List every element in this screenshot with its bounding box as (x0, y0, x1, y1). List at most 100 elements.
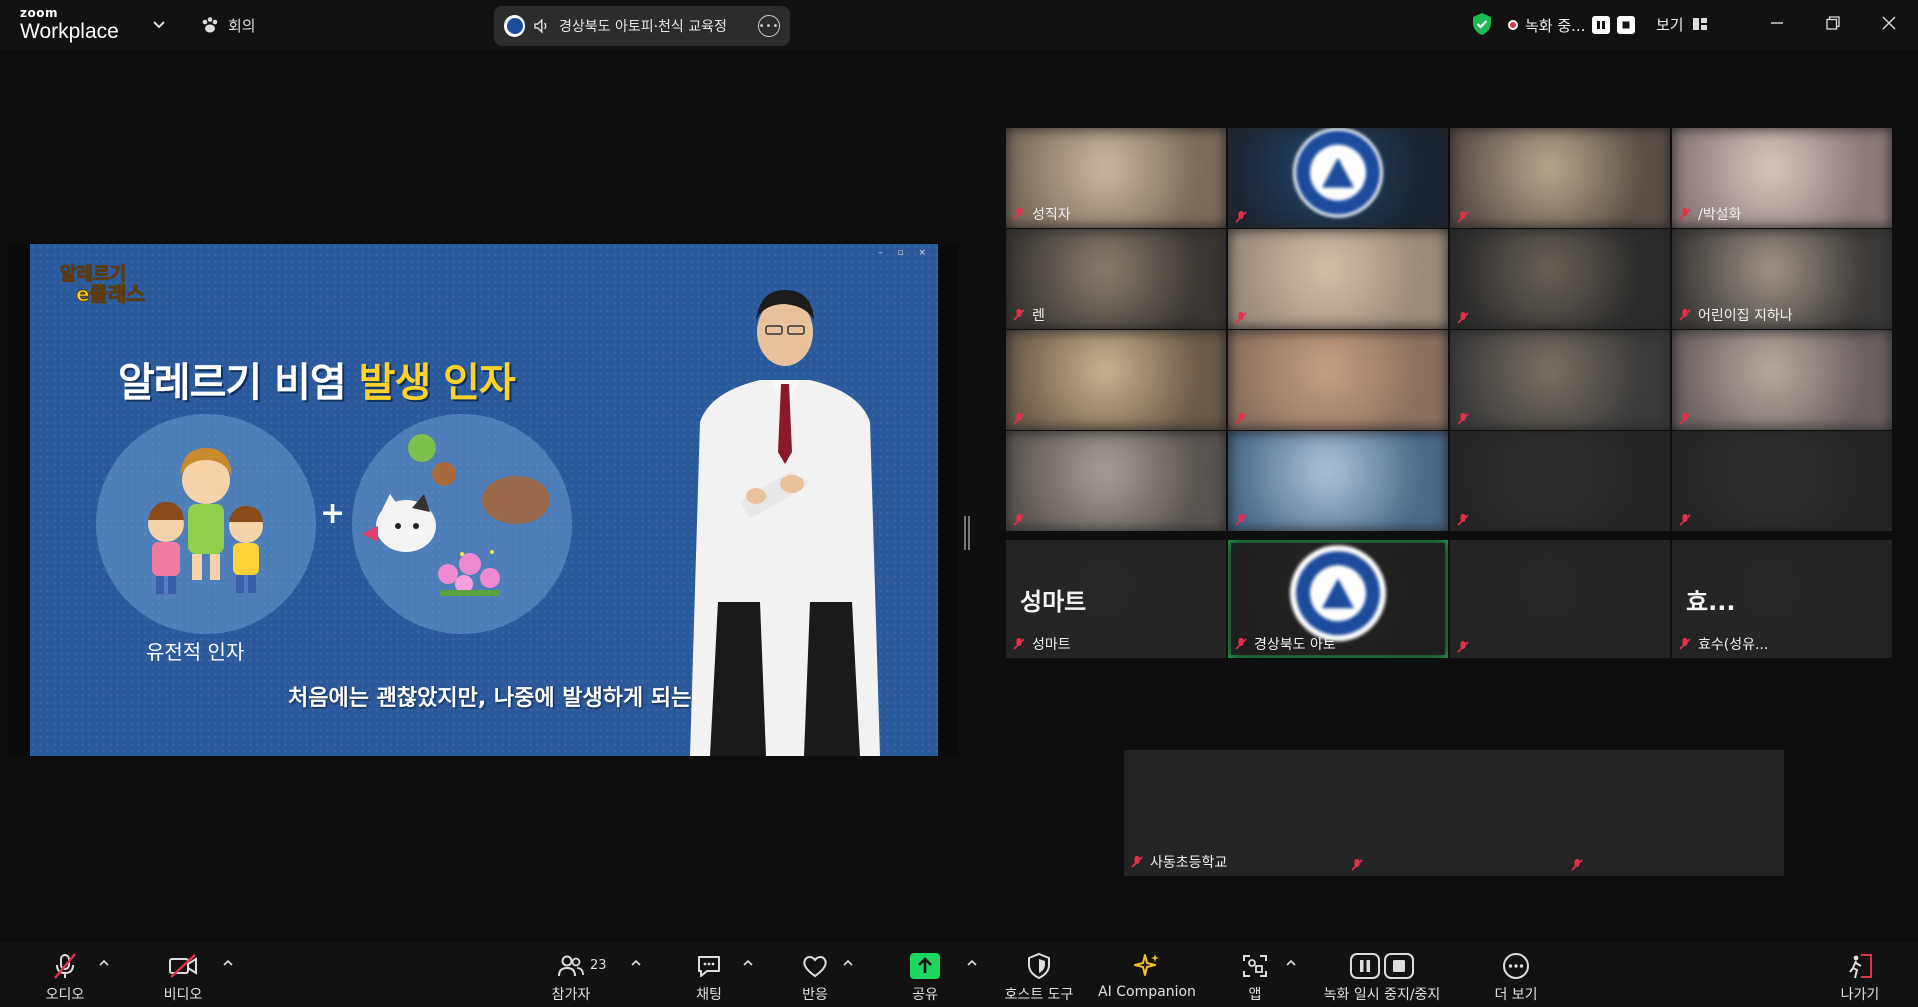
video-options-caret-icon[interactable] (222, 958, 234, 968)
genetic-factor-label: 유전적 인자 (146, 640, 245, 664)
participant-name-label (1234, 311, 1254, 325)
microphone-muted-icon (1571, 859, 1583, 871)
participant-name-label (1456, 640, 1476, 654)
participant-display-name: 성마트 (1020, 588, 1087, 616)
share-button[interactable]: 공유 (900, 942, 950, 1007)
microphone-muted-icon (1013, 413, 1025, 425)
participants-button[interactable]: 참가자 (546, 942, 596, 1007)
participants-options-caret-icon[interactable] (630, 958, 642, 968)
microphone-muted-icon (1679, 208, 1691, 220)
leave-button[interactable]: 나가기 (1832, 942, 1888, 1007)
participant-tile[interactable] (1672, 330, 1892, 430)
slide-subtitle: 처음에는 괜찮았지만, 나중에 발생하게 되는 게 (288, 686, 720, 711)
record-pause-stop-icon (1350, 953, 1414, 979)
participant-tile[interactable]: 성마트 성마트 (1006, 540, 1226, 658)
host-tools-button[interactable]: 호스트 도구 (994, 942, 1084, 1007)
stop-recording-icon[interactable] (1617, 16, 1636, 34)
microphone-muted-icon (54, 953, 76, 979)
meeting-toolbar: 오디오 비디오 참가자 23 채팅 반응 공유 호스트 도구 AI Compan… (0, 942, 1918, 1007)
participant-tile[interactable] (1228, 128, 1448, 228)
split-view-drag-handle[interactable] (964, 516, 970, 550)
participant-tile[interactable]: /박설화 (1672, 128, 1892, 228)
participant-name: 성마트 (1032, 637, 1071, 653)
participant-tile[interactable] (1672, 431, 1892, 531)
audio-button[interactable]: 오디오 (40, 942, 90, 1007)
video-button[interactable]: 비디오 (158, 942, 208, 1007)
participant-tile[interactable] (1450, 431, 1670, 531)
chat-options-caret-icon[interactable] (742, 958, 754, 968)
view-button[interactable]: 보기 (1656, 12, 1708, 36)
meeting-tab[interactable]: 회의 (200, 12, 256, 38)
share-screen-icon (910, 953, 940, 979)
participant-tile[interactable]: 경상북도 아토 (1228, 540, 1448, 658)
participant-name-label (1456, 513, 1476, 527)
microphone-muted-icon (1013, 514, 1025, 526)
sparkle-icon (1134, 954, 1159, 976)
microphone-muted-icon (1457, 211, 1469, 223)
minimize-window-icon[interactable] (1762, 10, 1792, 36)
gallery-overflow-row: 사동초등학교 (1124, 750, 1784, 876)
chevron-down-icon[interactable] (150, 16, 168, 34)
participant-name-label (1234, 412, 1254, 426)
apps-icon (1243, 955, 1267, 977)
shared-screen: – ▫ × 알레르기 e클래스 알레르기 비염 발생 인자 + 유전적 인자 처… (8, 244, 958, 756)
participant-name-label (1456, 412, 1476, 426)
participant-video (1450, 540, 1670, 658)
participant-name: 어린이집 지하나 (1698, 308, 1793, 324)
participant-tile[interactable]: 사동초등학교 (1124, 750, 1344, 876)
more-button[interactable]: 더 보기 (1486, 942, 1546, 1007)
react-button[interactable]: 반응 (790, 942, 840, 1007)
zoom-workplace-logo[interactable]: zoom Workplace (20, 7, 119, 42)
share-options-caret-icon[interactable] (966, 958, 978, 968)
participant-tile[interactable] (1006, 330, 1226, 430)
shield-check-icon[interactable] (1470, 12, 1494, 36)
microphone-muted-icon (1235, 514, 1247, 526)
participant-tile[interactable] (1006, 431, 1226, 531)
participant-tile[interactable] (1450, 540, 1670, 658)
meeting-title: 경상북도 아토피·천식 교육정 (558, 19, 727, 35)
microphone-muted-icon (1013, 309, 1025, 321)
restore-window-icon[interactable] (1818, 10, 1848, 36)
video-label: 비디오 (163, 987, 203, 1003)
participant-name-label: 경상북도 아토 (1234, 634, 1336, 654)
participant-tile[interactable]: 성직자 (1006, 128, 1226, 228)
close-window-icon[interactable] (1874, 10, 1904, 36)
presenter-figure (690, 290, 880, 756)
participant-tile[interactable] (1564, 750, 1784, 876)
participant-tile[interactable]: 어린이집 지하나 (1672, 229, 1892, 329)
participant-video (1228, 431, 1448, 531)
recording-indicator[interactable]: 녹화 중... (1508, 12, 1636, 38)
org-logo-icon (504, 15, 526, 37)
pause-recording-icon[interactable] (1592, 16, 1611, 34)
microphone-muted-icon (1013, 208, 1025, 220)
chat-label: 채팅 (696, 987, 722, 1003)
participant-video (1228, 229, 1448, 329)
microphone-muted-icon (1351, 859, 1363, 871)
participant-tile[interactable] (1450, 330, 1670, 430)
record-pause-stop-button[interactable]: 녹화 일시 중지/중지 (1314, 942, 1450, 1007)
participant-video (1006, 330, 1226, 430)
video-off-icon (169, 954, 197, 978)
ai-companion-label: AI Companion (1098, 984, 1196, 1000)
apps-options-caret-icon[interactable] (1285, 958, 1297, 968)
participant-tile[interactable] (1344, 750, 1564, 876)
ai-companion-button[interactable]: AI Companion (1092, 942, 1202, 1007)
participant-tile[interactable] (1450, 229, 1670, 329)
more-options-icon[interactable]: ••• (758, 15, 780, 37)
view-label: 보기 (1656, 15, 1684, 34)
participant-tile[interactable] (1228, 229, 1448, 329)
apps-button[interactable]: 앱 (1230, 942, 1280, 1007)
brand-large: Workplace (20, 20, 119, 43)
react-options-caret-icon[interactable] (842, 958, 854, 968)
participant-tile[interactable]: 효... 효수(성유... (1672, 540, 1892, 658)
meeting-title-pill[interactable]: 경상북도 아토피·천식 교육정 ••• (494, 6, 790, 46)
participant-tile[interactable] (1228, 431, 1448, 531)
participant-video (1672, 330, 1892, 430)
audio-options-caret-icon[interactable] (98, 958, 110, 968)
chat-button[interactable]: 채팅 (684, 942, 734, 1007)
participant-tile[interactable]: 렌 (1006, 229, 1226, 329)
participant-tile[interactable] (1450, 128, 1670, 228)
participant-tile[interactable] (1228, 330, 1448, 430)
participant-name: 성직자 (1032, 207, 1071, 223)
recording-status: 녹화 중... (1525, 16, 1586, 35)
